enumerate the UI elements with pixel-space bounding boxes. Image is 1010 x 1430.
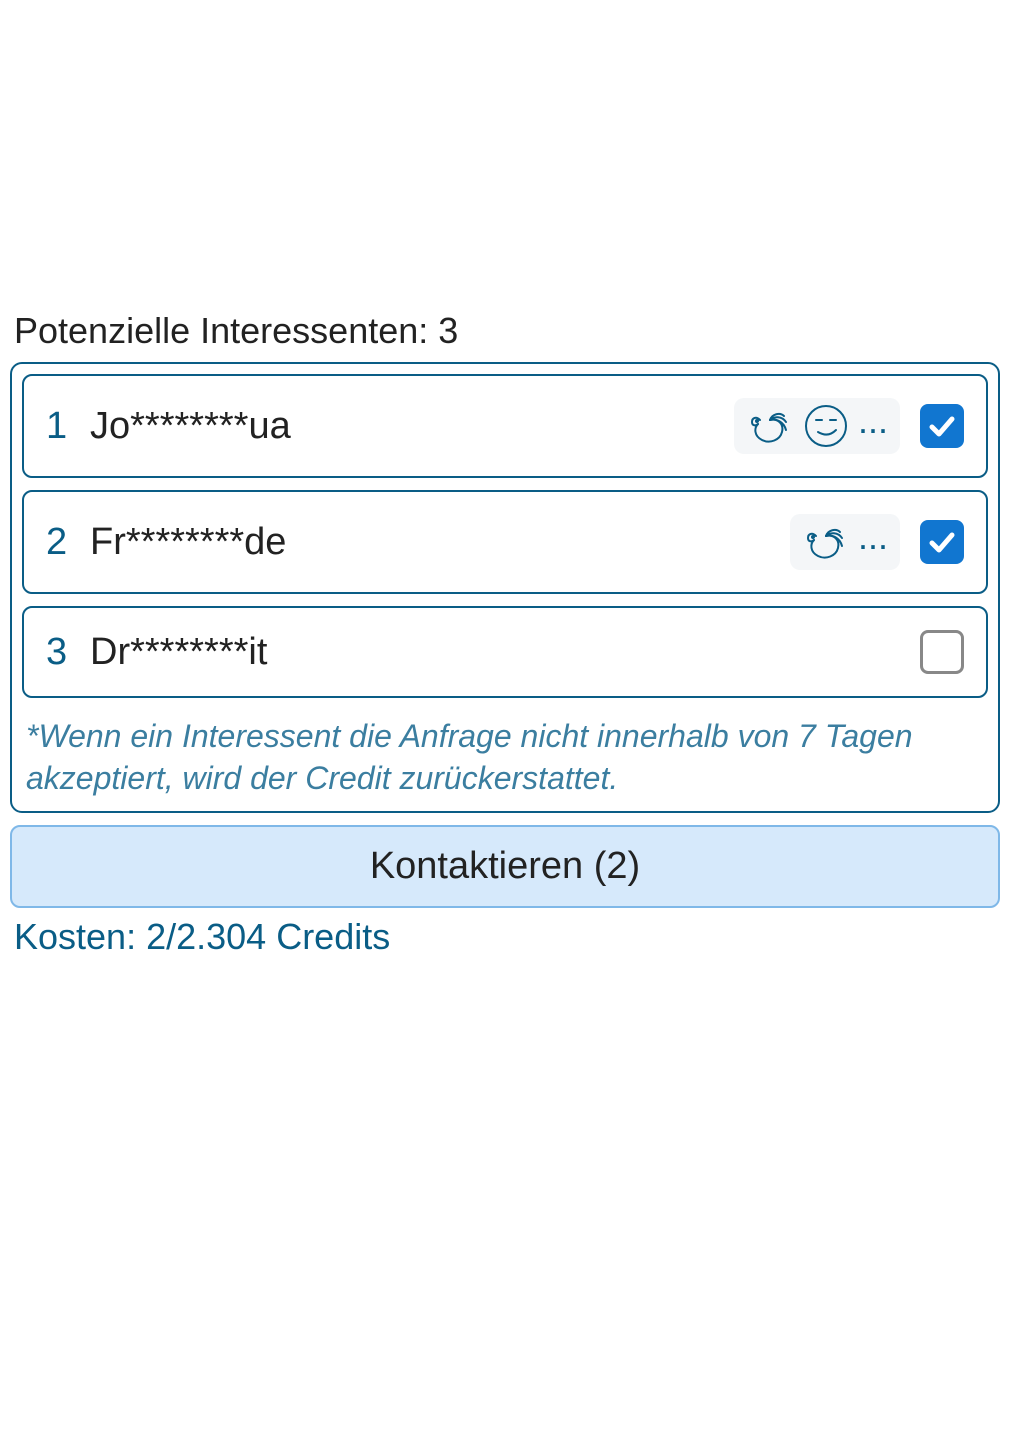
prospect-row[interactable]: 1 Jo********ua (22, 374, 988, 478)
heading-prefix: Potenzielle Interessenten: (14, 310, 428, 351)
prospect-name: Fr********de (90, 521, 790, 564)
turkey-icon (802, 518, 850, 566)
more-badge-icon: ... (858, 519, 888, 565)
smirk-icon (802, 402, 850, 450)
prospect-name: Jo********ua (90, 405, 734, 448)
interest-badges: ... (790, 514, 900, 570)
cost-label: Kosten: 2/2.304 Credits (10, 916, 1000, 958)
prospect-row[interactable]: 2 Fr********de ... (22, 490, 988, 594)
heading-count: 3 (438, 310, 458, 351)
more-badge-icon: ... (858, 403, 888, 449)
prospect-name: Dr********it (90, 631, 920, 674)
select-checkbox[interactable] (920, 404, 964, 448)
prospect-row[interactable]: 3 Dr********it (22, 606, 988, 698)
select-checkbox[interactable] (920, 630, 964, 674)
row-number: 1 (46, 405, 90, 448)
select-checkbox[interactable] (920, 520, 964, 564)
interest-badges: ... (734, 398, 900, 454)
refund-disclaimer: *Wenn ein Interessent die Anfrage nicht … (22, 710, 988, 805)
contact-button[interactable]: Kontaktieren (2) (10, 825, 1000, 908)
prospects-panel: 1 Jo********ua (10, 362, 1000, 813)
turkey-icon (746, 402, 794, 450)
prospects-heading: Potenzielle Interessenten: 3 (10, 310, 1000, 352)
row-number: 2 (46, 521, 90, 564)
row-number: 3 (46, 631, 90, 674)
